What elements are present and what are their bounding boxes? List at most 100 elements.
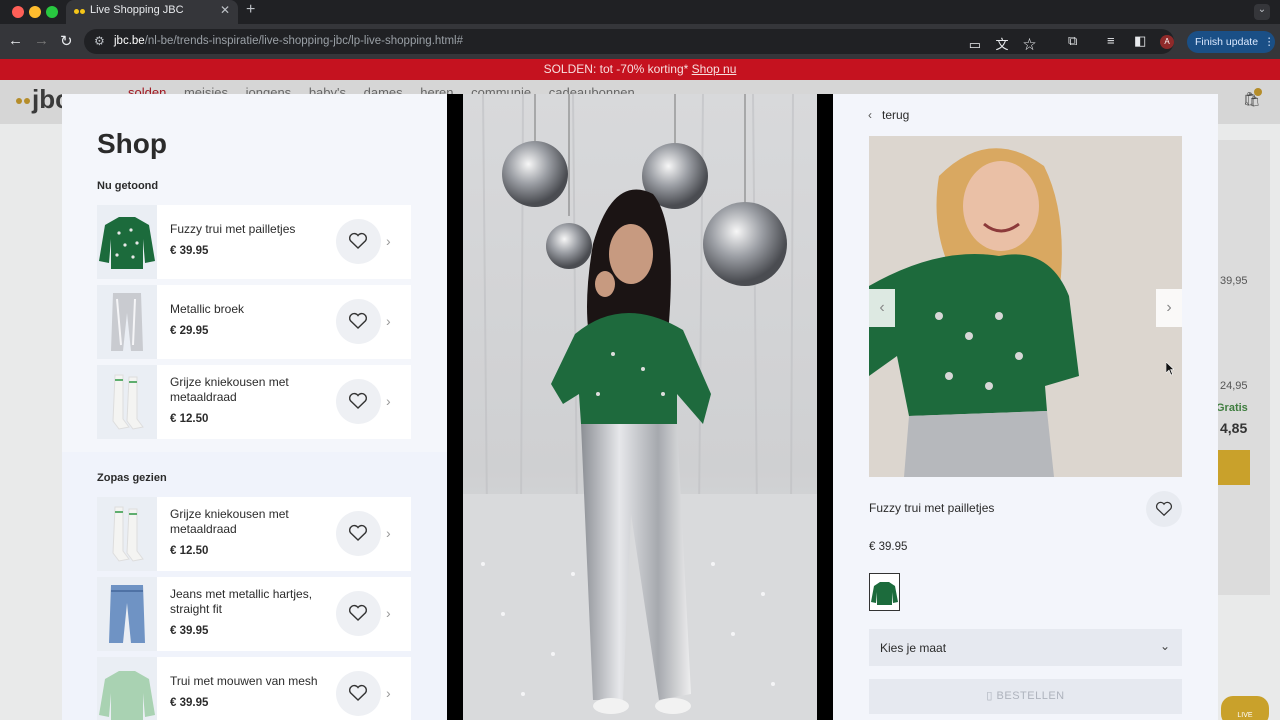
back-arrow-icon[interactable]: ← — [8, 32, 23, 49]
side-panel-icon[interactable]: ◧ — [1134, 33, 1146, 49]
chevron-right-icon[interactable]: › — [386, 313, 391, 329]
recently-viewed-heading: Zopas gezien — [97, 472, 167, 484]
shop-panel: Shop Nu getoond Fuzzy trui met pailletje… — [62, 94, 447, 720]
reload-icon[interactable]: ↻ — [60, 32, 73, 50]
heart-icon — [348, 684, 368, 701]
product-name: Metallic broek — [170, 302, 245, 316]
heart-icon — [348, 524, 368, 541]
color-swatch-green[interactable] — [869, 573, 900, 611]
chevron-right-icon[interactable]: › — [386, 233, 391, 249]
product-detail-panel: ‹ terug ‹ › Fuzzy trui met pailletjes € … — [833, 94, 1218, 720]
product-thumbnail — [97, 205, 157, 279]
product-card-knee-socks[interactable]: Grijze kniekousen met metaaldraad € 12.5… — [97, 497, 411, 571]
new-tab-button[interactable]: + — [246, 1, 255, 19]
live-video-panel — [447, 94, 833, 720]
forward-arrow-icon[interactable]: → — [34, 32, 49, 49]
heart-icon — [348, 232, 368, 249]
background-total: 4,85 — [1220, 420, 1248, 436]
product-card-fuzzy-sweater[interactable]: Fuzzy trui met pailletjes € 39.95 › — [97, 205, 411, 279]
bag-icon: ▯ — [986, 690, 993, 702]
background-price: 39,95 — [1220, 275, 1248, 287]
extensions-puzzle-icon[interactable]: ⧉ — [1068, 33, 1077, 49]
product-card-metallic-pants[interactable]: Metallic broek € 29.95 › — [97, 285, 411, 359]
product-name: Grijze kniekousen met metaaldraad — [170, 507, 289, 536]
background-checkout-button — [1218, 450, 1250, 485]
back-button[interactable]: ‹ terug — [868, 108, 909, 122]
favorite-button[interactable] — [336, 591, 381, 636]
background-shipping-label: Gratis — [1216, 402, 1248, 414]
translate-icon[interactable]: 文 — [996, 37, 1009, 52]
size-select[interactable]: Kies je maat ⌄ — [869, 629, 1182, 666]
heart-icon — [348, 312, 368, 329]
product-card-mesh-sweater[interactable]: Trui met mouwen van mesh € 39.95 › — [97, 657, 411, 720]
mouse-cursor — [1166, 362, 1174, 376]
cart-count-badge — [1254, 88, 1262, 96]
cast-icon[interactable]: ▭ — [969, 37, 981, 52]
address-bar[interactable]: ⚙ jbc.be/nl-be/trends-inspiratie/live-sh… — [84, 29, 1174, 54]
chevron-right-icon[interactable]: › — [386, 605, 391, 621]
chevron-right-icon[interactable]: › — [386, 525, 391, 541]
favorite-button[interactable] — [336, 219, 381, 264]
background-cart-summary — [1210, 140, 1270, 595]
product-name: Grijze kniekousen met metaaldraad — [170, 375, 289, 404]
finish-update-button[interactable]: Finish update ⋮ — [1187, 31, 1275, 53]
live-shopping-modal: Shop Nu getoond Fuzzy trui met pailletje… — [62, 94, 1218, 720]
reading-list-icon[interactable]: ≡ — [1107, 33, 1115, 48]
detail-favorite-button[interactable] — [1146, 491, 1182, 527]
tab-title: Live Shopping JBC — [90, 4, 184, 16]
gallery-prev-button[interactable]: ‹ — [869, 289, 895, 327]
chevron-right-icon[interactable]: › — [386, 685, 391, 701]
product-price: € 39.95 — [170, 697, 209, 709]
window-minimize-button[interactable] — [29, 6, 41, 18]
live-video-frame — [463, 94, 817, 720]
browser-toolbar: ← → ↻ ⚙ jbc.be/nl-be/trends-inspiratie/l… — [0, 24, 1280, 59]
product-thumbnail — [97, 657, 157, 720]
product-main-photo: ‹ › — [869, 136, 1182, 477]
product-price: € 12.50 — [170, 545, 209, 557]
site-settings-icon[interactable]: ⚙ — [94, 34, 105, 48]
promo-shop-link[interactable]: Shop nu — [692, 62, 737, 76]
favorite-button[interactable] — [336, 379, 381, 424]
browser-tab-bar: Live Shopping JBC ✕ + ⌄ — [0, 0, 1280, 24]
order-button[interactable]: ▯ BESTELLEN — [869, 679, 1182, 714]
chevron-right-icon[interactable]: › — [386, 393, 391, 409]
bookmark-star-icon[interactable]: ☆ — [1023, 37, 1036, 52]
tab-close-icon[interactable]: ✕ — [220, 3, 230, 17]
url-text: jbc.be/nl-be/trends-inspiratie/live-shop… — [114, 35, 464, 47]
gallery-next-button[interactable]: › — [1156, 289, 1182, 327]
detail-product-price: € 39.95 — [869, 541, 908, 553]
jbc-website: SOLDEN: tot -70% korting* Shop nu jbc so… — [0, 59, 1280, 720]
product-thumbnail — [97, 497, 157, 571]
favorite-button[interactable] — [336, 511, 381, 556]
window-close-button[interactable] — [12, 6, 24, 18]
favorite-button[interactable] — [336, 671, 381, 716]
profile-avatar[interactable]: A — [1160, 35, 1174, 49]
product-thumbnail — [97, 285, 157, 359]
live-video[interactable] — [463, 94, 817, 720]
product-thumbnail — [97, 365, 157, 439]
product-price: € 12.50 — [170, 413, 209, 425]
tab-search-chevron-icon[interactable]: ⌄ — [1254, 4, 1270, 20]
background-price: 24,95 — [1220, 380, 1248, 392]
browser-tab-active[interactable]: Live Shopping JBC ✕ — [66, 0, 238, 24]
promo-banner: SOLDEN: tot -70% korting* Shop nu — [0, 59, 1280, 80]
product-card-jeans[interactable]: Jeans met metallic hartjes, straight fit… — [97, 577, 411, 651]
product-price: € 39.95 — [170, 245, 209, 257]
shop-title: Shop — [97, 128, 167, 159]
omnibox-actions: ▭ 文 ☆ — [969, 34, 1036, 53]
window-maximize-button[interactable] — [46, 6, 58, 18]
favorite-button[interactable] — [336, 299, 381, 344]
product-card-knee-socks[interactable]: Grijze kniekousen met metaaldraad € 12.5… — [97, 365, 411, 439]
promo-text: SOLDEN: tot -70% korting* — [543, 62, 689, 76]
product-thumbnail — [97, 577, 157, 651]
product-name: Trui met mouwen van mesh — [170, 674, 318, 688]
chevron-down-icon: ⌄ — [1159, 639, 1170, 653]
live-shopping-badge[interactable]: LIVE — [1221, 696, 1269, 720]
now-shown-heading: Nu getoond — [97, 180, 159, 192]
product-price: € 29.95 — [170, 325, 209, 337]
jbc-favicon-icon — [74, 8, 88, 16]
heart-icon — [348, 604, 368, 621]
size-select-label: Kies je maat — [880, 641, 947, 655]
detail-product-name: Fuzzy trui met pailletjes — [869, 501, 995, 515]
heart-icon — [348, 392, 368, 409]
